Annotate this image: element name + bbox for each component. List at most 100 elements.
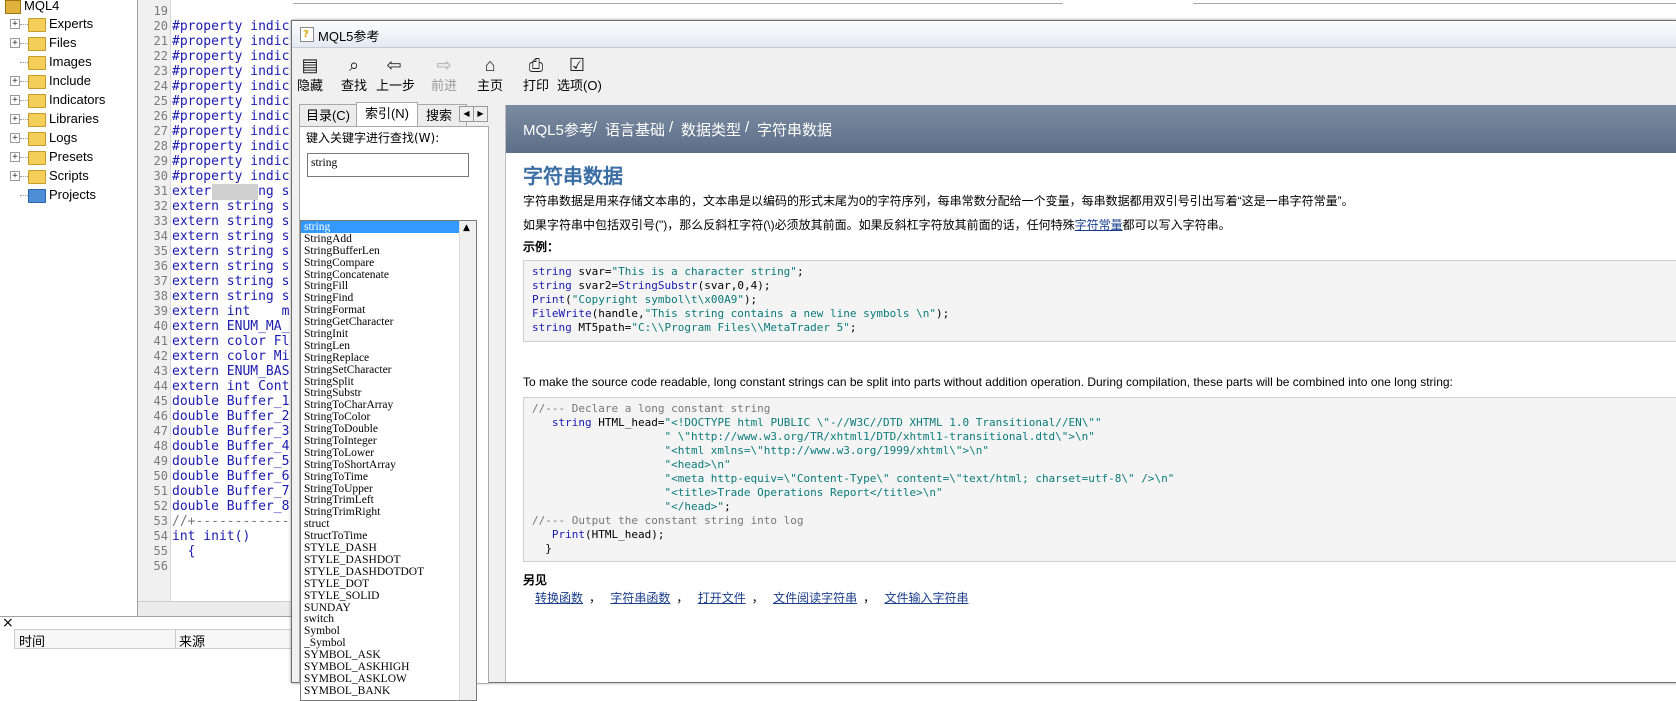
index-item[interactable]: StringSetCharacter [301, 364, 459, 376]
code-line: #property indic [172, 79, 290, 94]
toolbar-button-home[interactable]: ⌂ 主页 [472, 55, 508, 95]
index-item[interactable]: StringFormat [301, 304, 459, 316]
index-item[interactable]: STYLE_DASHDOT [301, 554, 459, 566]
code-line: double Buffer_4 [172, 439, 290, 454]
index-item[interactable]: STYLE_SOLID [301, 590, 459, 602]
index-item[interactable]: StructToTime [301, 530, 459, 542]
help-titlebar[interactable]: ? MQL5参考 [292, 21, 1676, 48]
index-item[interactable]: SYMBOL_ASKHIGH [301, 661, 459, 673]
scroll-up-icon[interactable]: ▲ [463, 223, 470, 233]
index-item[interactable]: StringToLower [301, 447, 459, 459]
code-line: double Buffer_3 [172, 424, 290, 439]
toolbar-button-back[interactable]: ⇦ 上一步 [376, 55, 415, 95]
keyword-input[interactable]: string [307, 153, 469, 177]
toolbar-button-forward[interactable]: ⇨ 前进 [426, 55, 462, 95]
breadcrumb-item[interactable]: 数据类型 [681, 119, 741, 140]
index-list[interactable]: string StringAdd StringBufferLen StringComp… [300, 220, 477, 701]
expand-icon[interactable]: + [10, 133, 20, 143]
code-line: double Buffer_6 [172, 469, 290, 484]
index-item[interactable]: StringInit [301, 328, 459, 340]
index-item[interactable]: StringTrimRight [301, 506, 459, 518]
index-item[interactable]: StringToShortArray [301, 459, 459, 471]
code-line: double Buffer_2 [172, 409, 290, 424]
tab-contents[interactable]: 目录(C) [299, 104, 357, 127]
index-item[interactable]: STYLE_DASH [301, 542, 459, 554]
line-number: 53 [153, 514, 168, 528]
index-item[interactable]: StringAdd [301, 233, 459, 245]
navigator-item-label: Projects [49, 187, 96, 202]
column-source-header[interactable]: 来源 [179, 631, 205, 650]
editor-hscroll[interactable] [138, 601, 293, 617]
index-item[interactable]: StringCompare [301, 257, 459, 269]
column-time-header[interactable]: 时间 [19, 631, 45, 650]
index-item[interactable]: struct [301, 518, 459, 530]
see-also-link[interactable]: 文件输入字符串 [884, 591, 968, 605]
expand-icon[interactable]: + [10, 76, 20, 86]
index-item[interactable]: StringFind [301, 292, 459, 304]
code-line: //+------------ [172, 514, 290, 529]
tab-scroll-right-icon[interactable]: ▶ [473, 106, 488, 122]
toolbar-button-print[interactable]: ⎙ 打印 [518, 55, 554, 95]
index-item[interactable]: switch [301, 613, 459, 625]
expand-icon[interactable]: + [10, 152, 20, 162]
index-item[interactable]: StringTrimLeft [301, 494, 459, 507]
expand-icon[interactable]: + [10, 19, 20, 29]
expand-icon[interactable]: + [10, 95, 20, 105]
tree-line [20, 138, 28, 139]
index-list-scrollbar[interactable]: ▲ [459, 221, 476, 700]
breadcrumb-item[interactable]: MQL5参考 [523, 119, 594, 140]
index-item[interactable]: StringToUpper [301, 483, 459, 495]
toolbar-button-find[interactable]: ⌕ 查找 [336, 55, 372, 95]
index-item[interactable]: StringFill [301, 280, 459, 293]
toolbar-button-label: 主页 [476, 78, 503, 93]
index-item[interactable]: StringReplace [301, 352, 459, 364]
index-item[interactable]: StringToTime [301, 471, 459, 483]
breadcrumb-item[interactable]: 语言基础 [605, 119, 665, 140]
toolbox-close-button[interactable]: × [2, 615, 14, 631]
toolbar-button-hide[interactable]: ▤ 隐藏 [292, 55, 328, 95]
toolbar-button-options[interactable]: ☑ 选项(O) [557, 55, 602, 95]
index-item[interactable]: StringToCharArray [301, 399, 459, 411]
tab-index[interactable]: 索引(N) [356, 102, 418, 127]
tab-scroll-arrows[interactable]: ◀ ▶ [459, 106, 488, 122]
escape-paragraph-tail: 都可以写入字符串。 [1122, 218, 1231, 232]
index-item[interactable]: StringToInteger [301, 435, 459, 447]
line-number: 39 [153, 304, 168, 318]
index-item[interactable]: StringToColor [301, 411, 459, 423]
index-item[interactable]: SYMBOL_BANK [301, 685, 459, 697]
index-item[interactable]: SYMBOL_ASKLOW [301, 673, 459, 685]
see-also-separator: ， [676, 591, 692, 605]
index-item[interactable]: StringToDouble [301, 423, 459, 435]
see-also-link[interactable]: 打开文件 [698, 591, 746, 605]
index-item[interactable]: StringSubstr [301, 387, 459, 400]
index-item[interactable]: SUNDAY [301, 602, 459, 614]
index-item[interactable]: _Symbol [301, 637, 459, 649]
expand-icon[interactable]: + [10, 114, 20, 124]
see-also-link[interactable]: 文件阅读字符串 [773, 591, 857, 605]
folder-icon [28, 56, 46, 70]
index-item[interactable]: StringSplit [301, 376, 459, 388]
index-item[interactable]: STYLE_DOT [301, 578, 459, 590]
index-item[interactable]: StringGetCharacter [301, 316, 459, 328]
char-constant-link[interactable]: 字符常量 [1075, 218, 1123, 232]
index-item[interactable]: SYMBOL_ASK [301, 649, 459, 661]
line-number: 46 [153, 409, 168, 423]
index-item[interactable]: StringBufferLen [301, 245, 459, 257]
line-number: 28 [153, 139, 168, 153]
expand-icon[interactable]: + [10, 38, 20, 48]
index-item[interactable]: STYLE_DASHDOTDOT [301, 566, 459, 578]
see-also-link[interactable]: 转换函数 [535, 591, 583, 605]
index-item[interactable]: StringConcatenate [301, 269, 459, 281]
index-item[interactable]: Symbol [301, 625, 459, 637]
breadcrumb-separator: / [745, 119, 750, 136]
see-also-link[interactable]: 字符串函数 [610, 591, 670, 605]
line-number: 51 [153, 484, 168, 498]
code-line: double Buffer_1 [172, 394, 290, 409]
index-item[interactable]: StringLen [301, 340, 459, 352]
concat-paragraph: To make the source code readable, long c… [523, 375, 1453, 389]
expand-icon[interactable]: + [10, 171, 20, 181]
tab-scroll-left-icon[interactable]: ◀ [459, 106, 474, 122]
index-item[interactable]: string [301, 221, 459, 233]
line-number: 52 [153, 499, 168, 513]
code-line: extern string s [172, 274, 290, 289]
